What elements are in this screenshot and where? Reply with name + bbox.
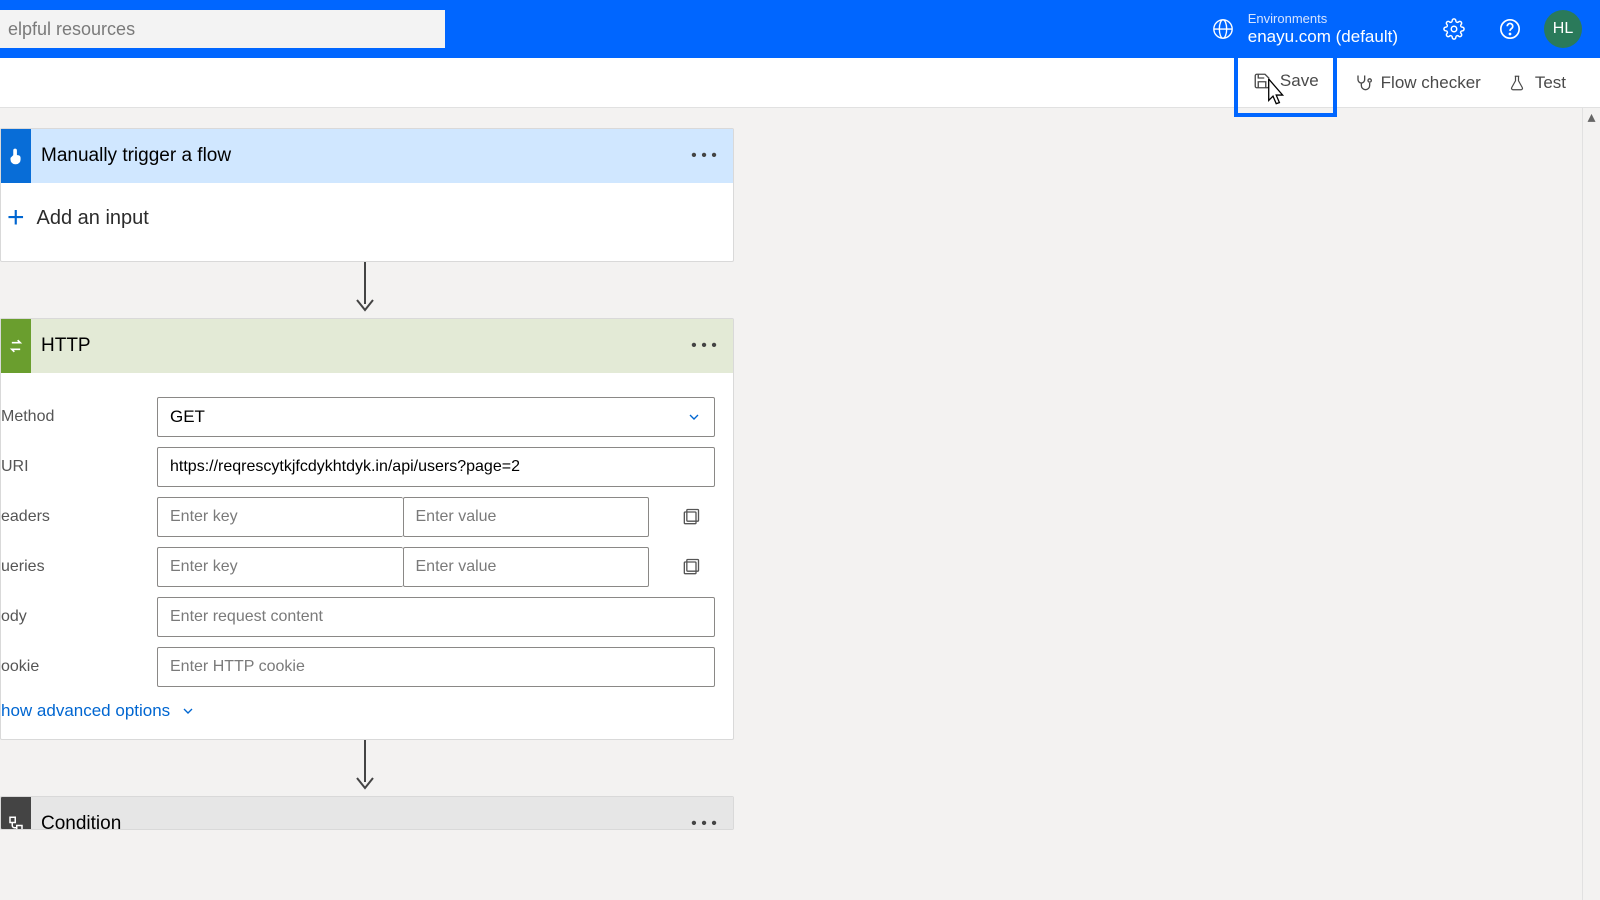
chevron-down-icon: [686, 409, 702, 425]
save-label: Save: [1280, 71, 1319, 91]
branch-icon: [1, 797, 31, 830]
method-value: GET: [170, 407, 205, 427]
flow-checker-label: Flow checker: [1381, 73, 1481, 93]
save-icon: [1252, 71, 1272, 91]
uri-label: URI: [1, 458, 157, 476]
queries-bulk-icon[interactable]: [671, 557, 711, 577]
http-title: HTTP: [31, 335, 689, 357]
flow-checker-button[interactable]: Flow checker: [1343, 67, 1491, 99]
body-input[interactable]: [157, 597, 715, 637]
headers-label: eaders: [1, 508, 157, 526]
advanced-options-label: how advanced options: [1, 701, 170, 721]
connector-arrow: [350, 262, 380, 318]
condition-title: Condition: [31, 813, 689, 830]
queries-value-input[interactable]: [403, 547, 650, 587]
http-card: HTTP • • • Method GET URI eaders: [0, 318, 734, 740]
connector-arrow: [350, 740, 380, 796]
command-bar: Save Flow checker Test: [0, 58, 1600, 108]
vertical-scrollbar[interactable]: ▴: [1582, 108, 1600, 900]
condition-card-header[interactable]: Condition • • •: [1, 797, 733, 830]
headers-value-input[interactable]: [403, 497, 650, 537]
plus-icon: +: [7, 201, 25, 235]
add-input-label: Add an input: [37, 207, 149, 230]
trigger-card-header[interactable]: Manually trigger a flow • • •: [1, 129, 733, 183]
help-icon[interactable]: [1490, 9, 1530, 49]
settings-icon[interactable]: [1434, 9, 1474, 49]
test-button[interactable]: Test: [1497, 67, 1576, 99]
trigger-card: Manually trigger a flow • • • + Add an i…: [0, 128, 734, 262]
cookie-input[interactable]: [157, 647, 715, 687]
method-label: Method: [1, 408, 157, 426]
search-input[interactable]: [0, 10, 445, 48]
uri-input[interactable]: [157, 447, 715, 487]
test-label: Test: [1535, 73, 1566, 93]
cookie-label: ookie: [1, 658, 157, 676]
condition-more-icon[interactable]: • • •: [689, 815, 719, 830]
condition-card: Condition • • •: [0, 796, 734, 830]
chevron-down-icon: [180, 703, 196, 719]
save-button[interactable]: Save: [1234, 49, 1337, 117]
body-label: ody: [1, 608, 157, 626]
app-header: Environments enayu.com (default) HL: [0, 0, 1600, 58]
http-swap-icon: [1, 319, 31, 373]
queries-label: ueries: [1, 558, 157, 576]
http-card-header[interactable]: HTTP • • •: [1, 319, 733, 373]
method-select[interactable]: GET: [157, 397, 715, 437]
stethoscope-icon: [1353, 73, 1373, 93]
http-more-icon[interactable]: • • •: [689, 337, 719, 355]
scroll-up-icon[interactable]: ▴: [1583, 108, 1600, 126]
trigger-title: Manually trigger a flow: [31, 145, 689, 167]
headers-key-input[interactable]: [157, 497, 403, 537]
add-input-button[interactable]: + Add an input: [7, 201, 733, 235]
environment-label: Environments: [1248, 11, 1398, 26]
advanced-options-toggle[interactable]: how advanced options: [1, 701, 733, 721]
environment-picker[interactable]: Environments enayu.com (default): [1248, 11, 1398, 48]
flow-canvas: Manually trigger a flow • • • + Add an i…: [0, 108, 1600, 900]
trigger-more-icon[interactable]: • • •: [689, 147, 719, 165]
avatar[interactable]: HL: [1544, 10, 1582, 48]
environment-name: enayu.com (default): [1248, 26, 1398, 48]
globe-icon: [1212, 18, 1234, 40]
headers-bulk-icon[interactable]: [671, 507, 711, 527]
queries-key-input[interactable]: [157, 547, 403, 587]
beaker-icon: [1507, 73, 1527, 93]
hand-tap-icon: [1, 129, 31, 183]
